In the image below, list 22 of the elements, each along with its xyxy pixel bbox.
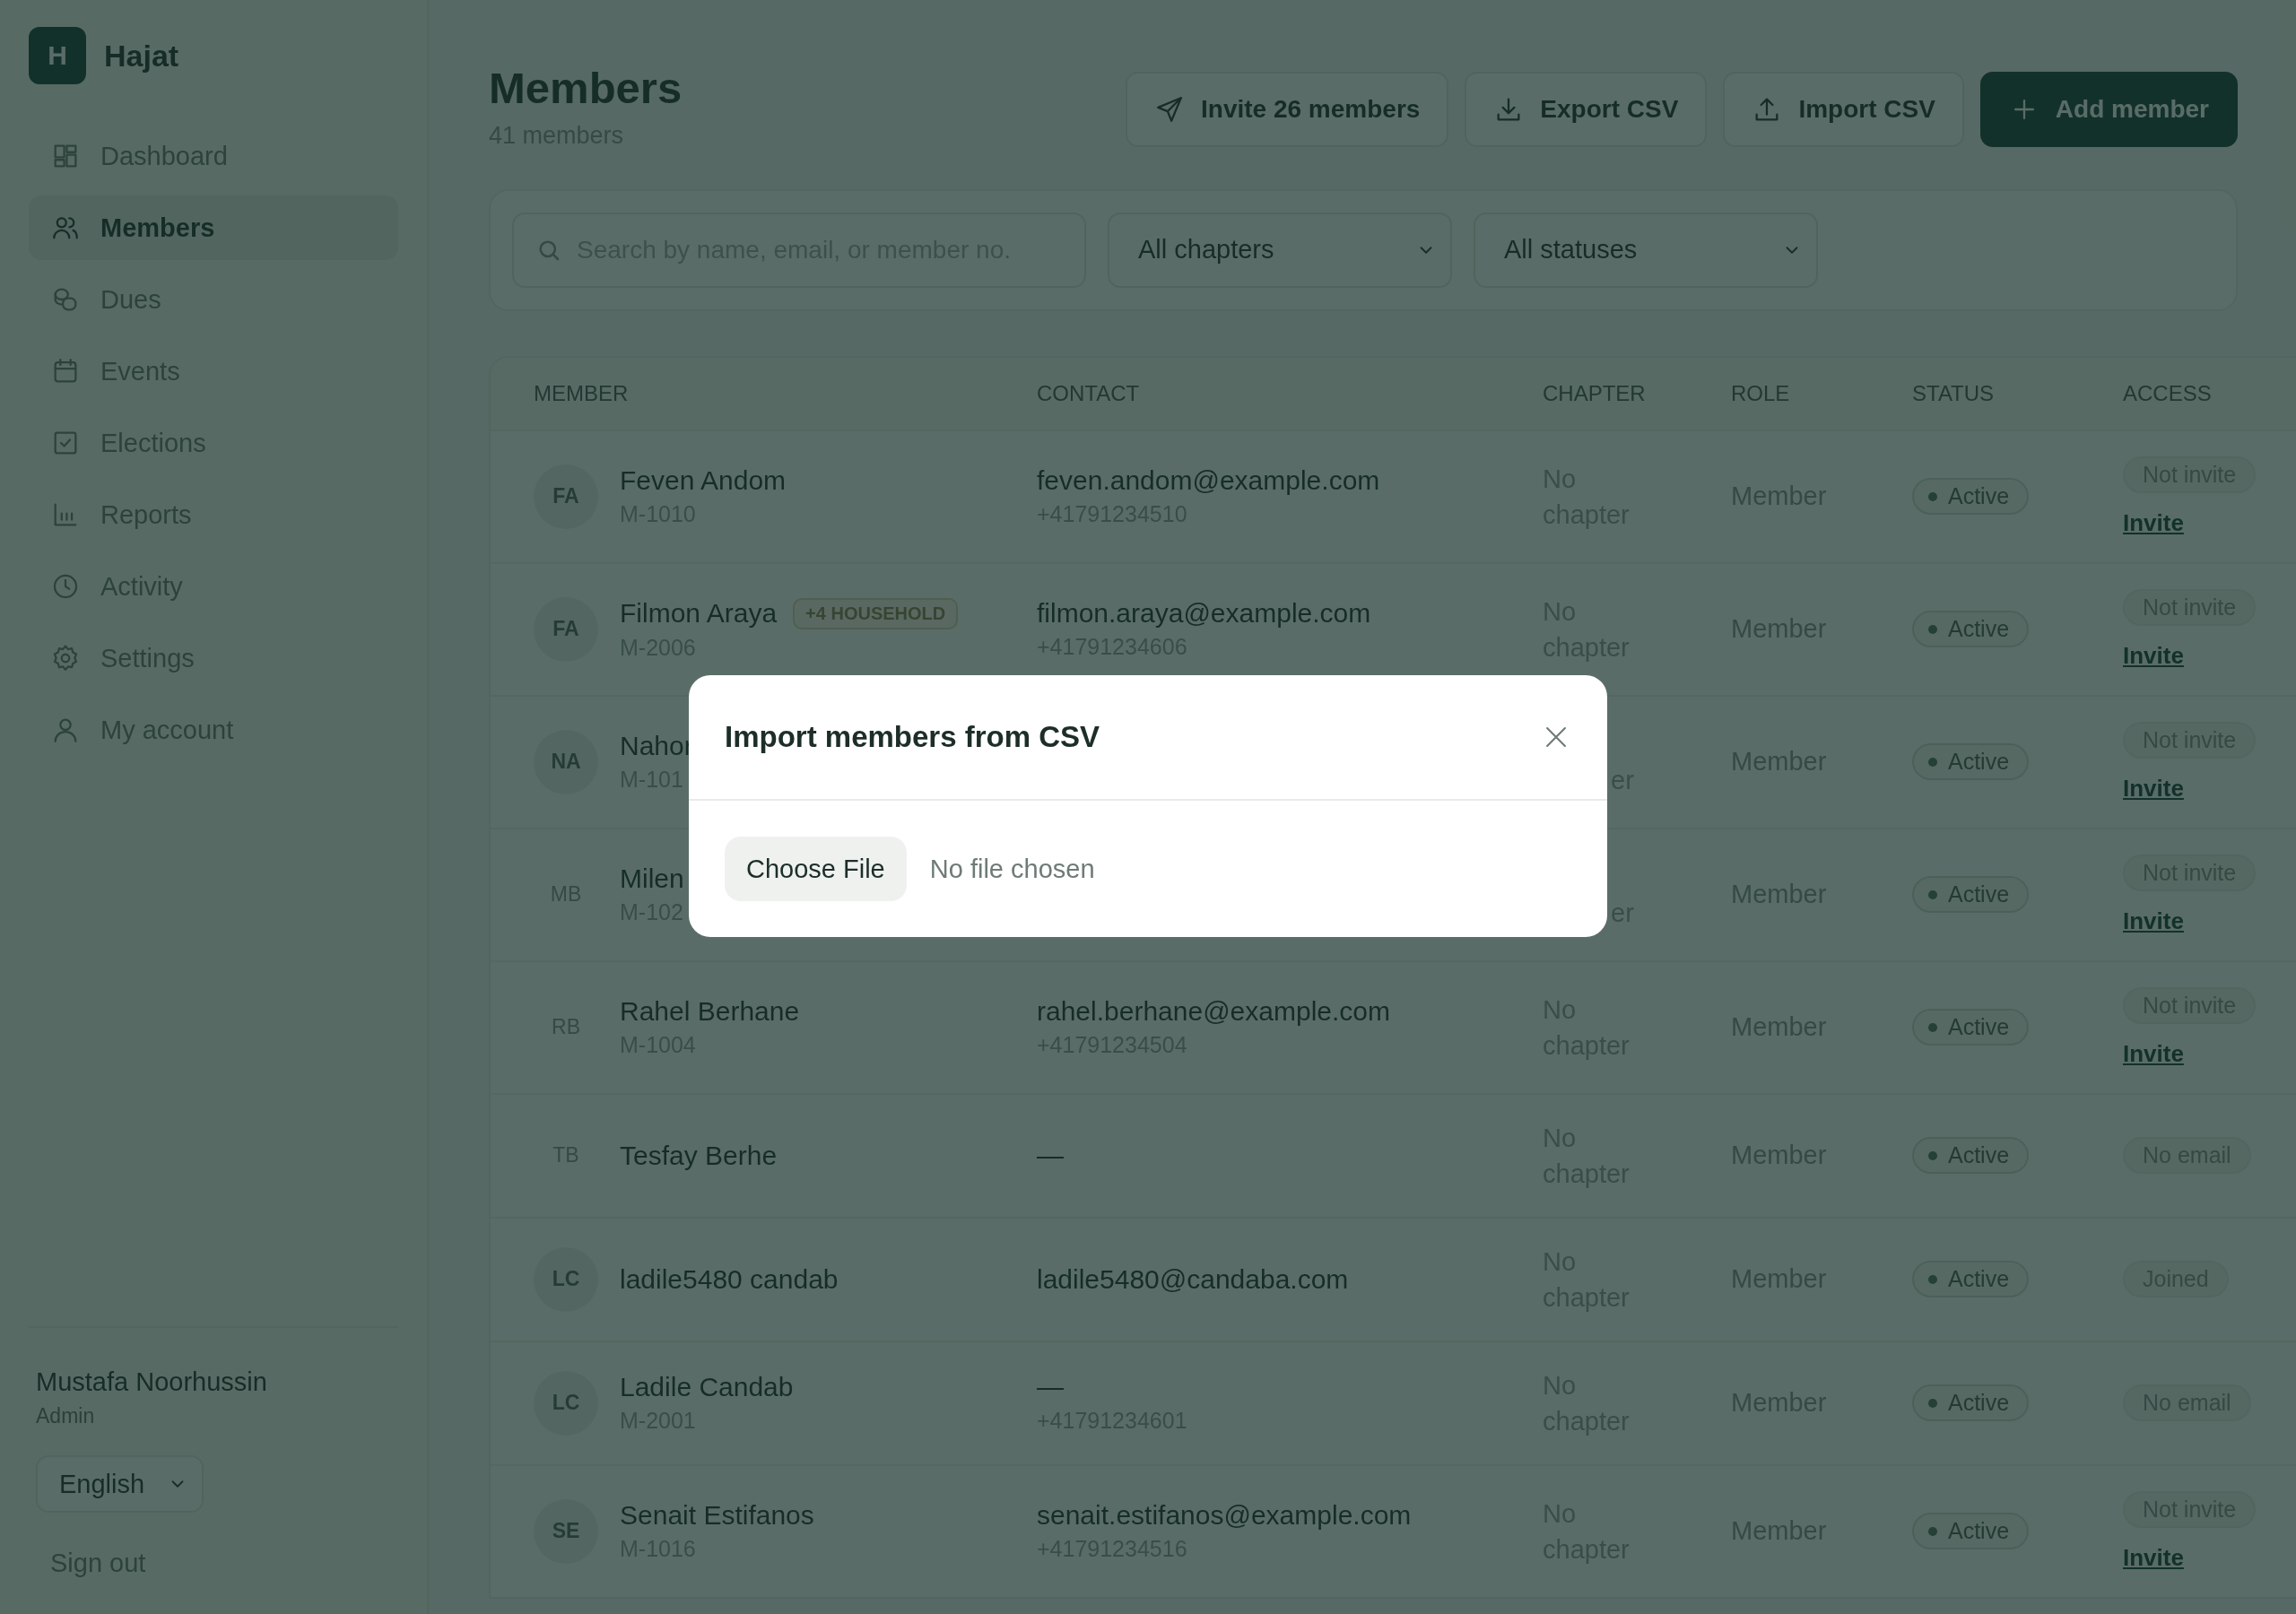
choose-file-button[interactable]: Choose File [725, 837, 907, 901]
page-title: Members [489, 65, 683, 113]
email-text: ladile5480@candaba.com [1037, 1263, 1350, 1295]
email-text: — [1037, 1372, 1065, 1403]
email-text: rahel.berhane@example.com [1037, 996, 1391, 1028]
member-name: Milen [620, 863, 684, 895]
member-name: Senait Estifanos [620, 1500, 814, 1532]
member-name: Feven Andom [620, 465, 787, 497]
member-name: Rahel Berhane [620, 996, 800, 1028]
member-name: Nahor [620, 731, 693, 762]
member-name: ladile5480 candab [620, 1263, 839, 1295]
email-text: — [1037, 1140, 1065, 1171]
user-name: Mustafa Noorhussin [36, 1367, 267, 1397]
member-name: Filmon Araya [620, 598, 778, 629]
file-status: No file chosen [929, 854, 1095, 884]
email-text: senait.estifanos@example.com [1037, 1500, 1413, 1532]
app-name: Hajat [104, 38, 179, 74]
member-name: Tesfay Berhe [620, 1140, 778, 1171]
member-name: Ladile Candab [620, 1372, 794, 1403]
email-text: filmon.araya@example.com [1037, 598, 1372, 629]
email-text: feven.andom@example.com [1037, 465, 1381, 497]
dialog-title: Import members from CSV [725, 720, 1100, 754]
